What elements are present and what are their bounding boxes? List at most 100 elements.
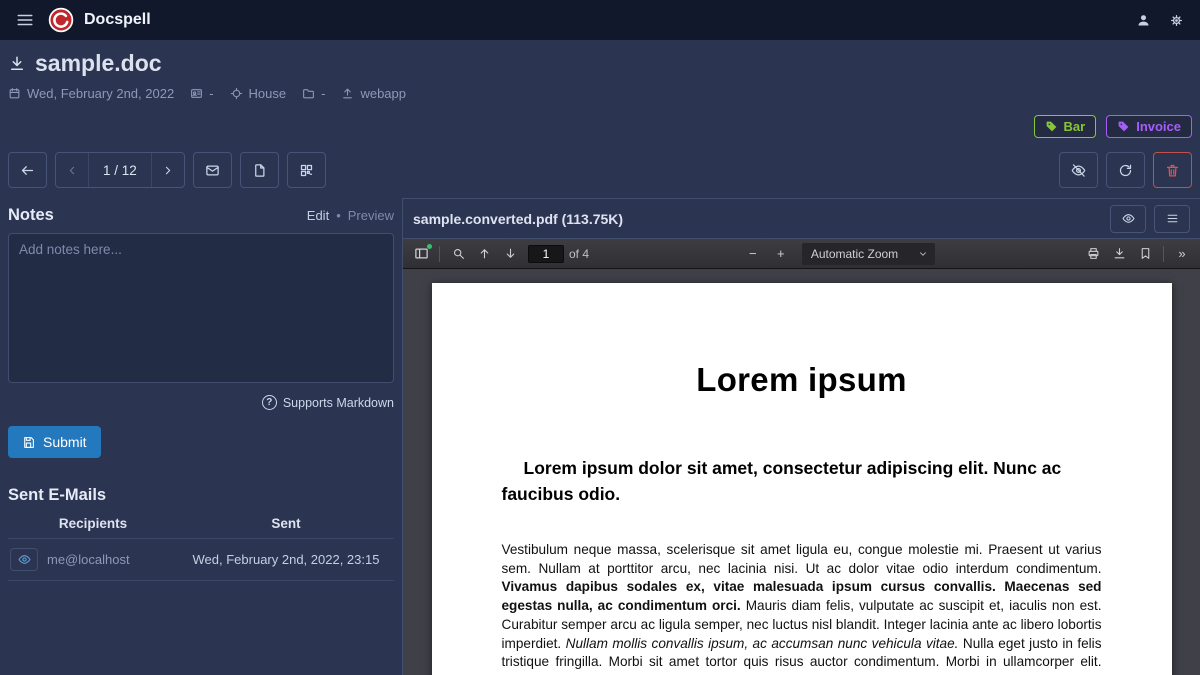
page-indicator: 1 / 12 (88, 153, 152, 187)
previous-page-button[interactable] (471, 242, 497, 266)
eye-icon (1122, 212, 1135, 225)
settings-button[interactable] (1165, 9, 1188, 32)
toolbar-separator (439, 246, 440, 262)
page-number-input[interactable] (528, 245, 564, 263)
sent-emails-heading: Sent E-Mails (8, 486, 394, 505)
topbar: Docspell (0, 0, 1200, 40)
page-count-label: of 4 (569, 247, 589, 261)
search-icon (452, 247, 465, 260)
printer-icon (1087, 247, 1100, 260)
submit-label: Submit (43, 434, 87, 450)
chevron-left-icon (66, 164, 79, 177)
item-concerning: House (230, 86, 287, 101)
submit-button[interactable]: Submit (8, 426, 101, 458)
qrcode-icon (299, 163, 314, 178)
hide-preview-button[interactable] (1059, 152, 1098, 188)
print-button[interactable] (1080, 242, 1106, 266)
find-button[interactable] (445, 242, 471, 266)
file-button[interactable] (240, 152, 279, 188)
arrow-left-icon (20, 163, 35, 178)
back-button[interactable] (8, 152, 47, 188)
markdown-hint-label: Supports Markdown (283, 396, 394, 410)
item-title: sample.doc (35, 50, 162, 77)
left-panel: Notes Edit • Preview ? Supports Markdown… (0, 198, 402, 675)
concerning-icon (230, 87, 243, 100)
sidebar-notification-dot (427, 244, 432, 249)
pdf-header-buttons (1110, 205, 1190, 233)
bookmark-icon (1139, 247, 1152, 260)
eye-icon (18, 553, 31, 566)
document-subtitle: Lorem ipsum dolor sit amet, consectetur … (502, 455, 1102, 507)
attachment-menu-button[interactable] (1154, 205, 1190, 233)
zoom-in-button[interactable]: + (768, 242, 794, 266)
main-content: Notes Edit • Preview ? Supports Markdown… (0, 198, 1200, 675)
trash-icon (1165, 163, 1180, 178)
refresh-icon (1118, 163, 1133, 178)
pdf-page: Lorem ipsum Lorem ipsum dolor sit amet, … (432, 283, 1172, 675)
pdfjs-toolbar: of 4 − + Automatic Zoom (403, 239, 1200, 269)
next-attachment-button[interactable] (152, 153, 184, 187)
notes-edit-link[interactable]: Edit (307, 208, 329, 223)
bookmark-button[interactable] (1132, 242, 1158, 266)
item-source: webapp (341, 86, 406, 101)
sidebar-icon (414, 246, 429, 261)
docspell-logo[interactable] (48, 7, 74, 33)
item-correspondent: - (190, 86, 213, 101)
pdf-panel-header: sample.converted.pdf (113.75K) (403, 199, 1200, 239)
markdown-hint-link[interactable]: ? Supports Markdown (8, 395, 394, 410)
notes-mode-links: Edit • Preview (307, 208, 394, 223)
question-circle-icon: ? (262, 395, 277, 410)
pdf-viewer[interactable]: Lorem ipsum Lorem ipsum dolor sit amet, … (403, 269, 1200, 675)
notes-heading: Notes (8, 206, 54, 225)
sent-email-row: me@localhost Wed, February 2nd, 2022, 23… (8, 539, 394, 581)
pdf-panel: sample.converted.pdf (113.75K) (402, 198, 1200, 675)
more-tools-button[interactable]: » (1169, 242, 1195, 266)
col-recipients: Recipients (8, 516, 178, 531)
user-menu-button[interactable] (1132, 9, 1155, 32)
gears-icon (1169, 13, 1184, 28)
envelope-icon (205, 163, 220, 178)
document-title: Lorem ipsum (502, 361, 1102, 399)
tag-bar[interactable]: Bar (1034, 115, 1097, 138)
pdfjs-toolbar-right: » (1080, 242, 1195, 266)
delete-button[interactable] (1153, 152, 1192, 188)
dot-separator: • (336, 208, 341, 223)
calendar-icon (8, 87, 21, 100)
hamburger-icon (16, 11, 34, 29)
file-icon (252, 163, 267, 178)
notes-preview-link[interactable]: Preview (348, 208, 394, 223)
notes-textarea[interactable] (8, 233, 394, 383)
download-button[interactable] (1106, 242, 1132, 266)
next-page-button[interactable] (497, 242, 523, 266)
attachment-preview-button[interactable] (1110, 205, 1146, 233)
sidebar-toggle-button[interactable] (408, 242, 434, 266)
send-mail-button[interactable] (193, 152, 232, 188)
user-icon (1136, 13, 1151, 28)
upload-icon (341, 87, 354, 100)
tags-row: Bar Invoice (8, 101, 1192, 138)
attachment-filename: sample.converted.pdf (113.75K) (413, 211, 623, 227)
notes-header: Notes Edit • Preview (8, 206, 394, 225)
menu-button[interactable] (12, 7, 38, 33)
tag-icon (1045, 120, 1058, 133)
zoom-select[interactable]: Automatic Zoom (802, 243, 935, 265)
zoom-out-button[interactable]: − (740, 242, 766, 266)
toolbar-right (1059, 152, 1192, 188)
qrcode-button[interactable] (287, 152, 326, 188)
view-mail-button[interactable] (10, 548, 38, 571)
app-title: Docspell (84, 11, 151, 29)
reprocess-button[interactable] (1106, 152, 1145, 188)
toolbar-separator (1163, 246, 1164, 262)
sent-emails-table-header: Recipients Sent (8, 511, 394, 539)
tag-icon (1117, 120, 1130, 133)
arrow-down-icon (504, 247, 517, 260)
tag-invoice[interactable]: Invoice (1106, 115, 1192, 138)
prev-attachment-button[interactable] (56, 153, 88, 187)
toolbar-left: 1 / 12 (8, 152, 326, 188)
item-title-row: sample.doc (8, 50, 1192, 77)
save-icon (22, 436, 35, 449)
item-toolbar: 1 / 12 (0, 138, 1200, 198)
logo-icon (48, 7, 74, 33)
item-date: Wed, February 2nd, 2022 (8, 86, 174, 101)
recipient-address: me@localhost (47, 552, 130, 567)
